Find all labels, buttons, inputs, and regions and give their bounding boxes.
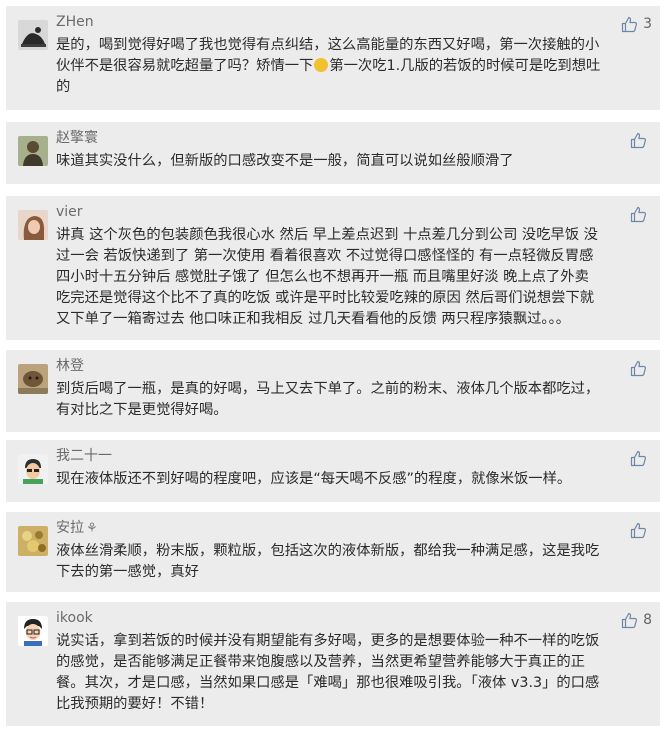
comment-text: 现在液体版还不到好喝的程度吧，应该是“每天喝不反感”的程度，就像米饭一样。 bbox=[56, 471, 572, 487]
comment-card: 我二十一 现在液体版还不到好喝的程度吧，应该是“每天喝不反感”的程度，就像米饭一… bbox=[6, 440, 660, 502]
comment-text: 液体丝滑柔顺，粉末版，颗粒版，包括这次的液体新版，都给我一种满足感，这是我吃 下… bbox=[56, 543, 600, 580]
like-button[interactable] bbox=[630, 358, 652, 378]
comment-text: 到货后喝了一瓶，是真的好喝，马上又去下单了。之前的粉末、液体几个版本都吃过， 有… bbox=[56, 381, 600, 418]
like-button[interactable] bbox=[630, 448, 652, 468]
comment-card: 林登 到货后喝了一瓶，是真的好喝，马上又去下单了。之前的粉末、液体几个版本都吃过… bbox=[6, 350, 660, 432]
comment-text: 讲真 这个灰色的包装颜色我很心水 然后 早上差点迟到 十点差几分到公司 没吃早饭… bbox=[56, 227, 598, 327]
like-count: 8 bbox=[643, 612, 652, 628]
avatar[interactable] bbox=[18, 136, 48, 166]
comment-text: 说实话，拿到若饭的时候并没有期望能有多好喝，更多的是想要体验一种不一样的吃饭 的… bbox=[56, 633, 600, 712]
username[interactable]: vier bbox=[56, 202, 83, 222]
comment-list: ZHen 3 是的，喝到觉得好喝了我也觉得有点纠结，这么高能量的东西又好喝，第一… bbox=[0, 0, 666, 732]
like-button[interactable] bbox=[630, 520, 652, 540]
thumbs-up-icon bbox=[630, 522, 647, 538]
username[interactable]: ZHen bbox=[56, 12, 94, 32]
thumbs-up-icon bbox=[621, 612, 638, 628]
comment-text: 味道其实没什么，但新版的口感改变不是一般，简直可以说如丝般顺滑了 bbox=[56, 153, 514, 169]
username[interactable]: ikook bbox=[56, 608, 93, 628]
username[interactable]: 林登 bbox=[56, 356, 84, 376]
thumbs-up-icon bbox=[630, 450, 647, 466]
comment-card: 安拉 ⚘ 液体丝滑柔顺，粉末版，颗粒版，包括这次的液体新版，都给我一种满足感，这是… bbox=[6, 512, 660, 592]
comment-card: 赵擎寰 味道其实没什么，但新版的口感改变不是一般，简直可以说如丝般顺滑了 bbox=[6, 122, 660, 184]
smirk-emoji-icon bbox=[314, 58, 329, 72]
like-count: 3 bbox=[643, 16, 652, 32]
avatar[interactable] bbox=[18, 364, 48, 394]
avatar[interactable] bbox=[18, 526, 48, 556]
thumbs-up-icon bbox=[630, 206, 647, 222]
avatar[interactable] bbox=[18, 20, 48, 50]
avatar[interactable] bbox=[18, 454, 48, 484]
like-button[interactable] bbox=[630, 130, 652, 150]
username[interactable]: 赵擎寰 bbox=[56, 128, 98, 148]
thumbs-up-icon bbox=[621, 16, 638, 32]
like-button[interactable]: 8 bbox=[621, 610, 652, 630]
username[interactable]: 我二十一 bbox=[56, 446, 112, 466]
comment-text: 是的，喝到觉得好喝了我也觉得有点纠结，这么高能量的东西又好喝，第一次接触的小 伙… bbox=[56, 35, 652, 98]
username-text: 安拉 bbox=[56, 520, 84, 536]
avatar[interactable] bbox=[18, 616, 48, 646]
username[interactable]: 安拉 ⚘ bbox=[56, 518, 98, 539]
thumbs-up-icon bbox=[630, 132, 647, 148]
like-button[interactable]: 3 bbox=[621, 14, 652, 34]
flower-icon: ⚘ bbox=[86, 521, 98, 536]
avatar[interactable] bbox=[18, 210, 48, 240]
comment-card: ikook 8 说实话，拿到若饭的时候并没有期望能有多好喝，更多的是想要体验一种… bbox=[6, 602, 660, 726]
like-button[interactable] bbox=[630, 204, 652, 224]
thumbs-up-icon bbox=[630, 360, 647, 376]
comment-card: ZHen 3 是的，喝到觉得好喝了我也觉得有点纠结，这么高能量的东西又好喝，第一… bbox=[6, 6, 660, 110]
comment-card: vier 讲真 这个灰色的包装颜色我很心水 然后 早上差点迟到 十点差几分到公司… bbox=[6, 196, 660, 340]
